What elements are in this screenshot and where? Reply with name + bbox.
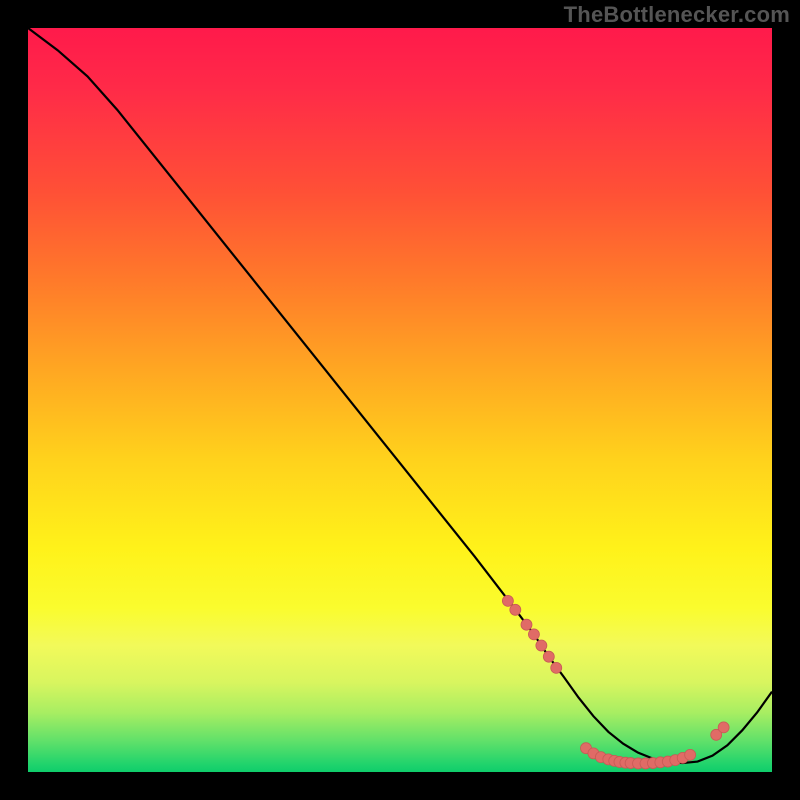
scatter-point (521, 619, 532, 630)
plot-area (28, 28, 772, 772)
scatter-point (502, 595, 513, 606)
scatter-point (528, 629, 539, 640)
scatter-point (536, 640, 547, 651)
chart-svg (28, 28, 772, 772)
scatter-point (685, 749, 696, 760)
scatter-point (718, 722, 729, 733)
scatter-point (510, 604, 521, 615)
watermark-text: TheBottlenecker.com (564, 2, 790, 28)
scatter-point (551, 662, 562, 673)
scatter-markers (502, 595, 729, 769)
chart-frame: TheBottlenecker.com (0, 0, 800, 800)
scatter-point (543, 651, 554, 662)
curve-line (28, 28, 772, 763)
